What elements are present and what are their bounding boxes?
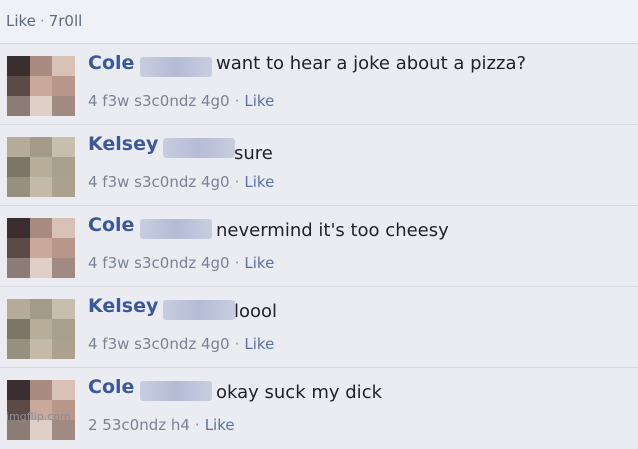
comment-text: sure [234,143,273,164]
commenter-name[interactable]: Cole [88,376,134,398]
avatar-pixelated[interactable] [7,56,75,116]
redacted-surname [163,138,235,158]
redacted-surname [140,381,212,401]
redacted-surname [140,57,212,77]
comment-timestamp[interactable]: 4 f3w s3c0ndz 4g0 [88,92,230,110]
comment-timestamp[interactable]: 4 f3w s3c0ndz 4g0 [88,173,230,191]
comment-like-link[interactable]: Like [244,173,274,191]
comment-item: Kelsey loool 4 f3w s3c0ndz 4g0 · Like [0,287,638,368]
redacted-surname [163,300,235,320]
comment-item: Kelsey sure 4 f3w s3c0ndz 4g0 · Like [0,125,638,206]
comment-timestamp[interactable]: 2 53c0ndz h4 [88,416,190,434]
commenter-name[interactable]: Cole [88,214,134,236]
comment-timestamp[interactable]: 4 f3w s3c0ndz 4g0 [88,335,230,353]
redacted-surname [140,219,212,239]
comment-meta: 4 f3w s3c0ndz 4g0 · Like [88,92,275,110]
commenter-name[interactable]: Kelsey [88,133,158,155]
comment-item: Cole nevermind it's too cheesy 4 f3w s3c… [0,206,638,287]
comment-like-link[interactable]: Like [205,416,235,434]
watermark: imgflip.com [6,410,71,423]
comment-meta: 2 53c0ndz h4 · Like [88,416,235,434]
post-timestamp[interactable]: 7r0ll [49,12,83,30]
comment-meta: 4 f3w s3c0ndz 4g0 · Like [88,173,275,191]
comment-item: Cole want to hear a joke about a pizza? … [0,44,638,125]
post-like-link[interactable]: Like [6,12,36,30]
comment-text: loool [234,301,278,322]
avatar-pixelated[interactable] [7,299,75,359]
comment-item: Cole okay suck my dick 2 53c0ndz h4 · Like [0,368,638,449]
commenter-name[interactable]: Cole [88,52,134,74]
comment-text: nevermind it's too cheesy [216,220,449,241]
comment-like-link[interactable]: Like [244,254,274,272]
comment-meta: 4 f3w s3c0ndz 4g0 · Like [88,254,275,272]
commenter-name[interactable]: Kelsey [88,295,158,317]
separator-dot: · [39,12,45,30]
comment-meta: 4 f3w s3c0ndz 4g0 · Like [88,335,275,353]
avatar-pixelated[interactable] [7,218,75,278]
avatar-pixelated[interactable] [7,137,75,197]
comment-like-link[interactable]: Like [244,92,274,110]
comment-timestamp[interactable]: 4 f3w s3c0ndz 4g0 [88,254,230,272]
comment-text: want to hear a joke about a pizza? [216,53,527,74]
comment-like-link[interactable]: Like [244,335,274,353]
comment-text: okay suck my dick [216,382,383,403]
post-action-bar: Like · 7r0ll [0,0,638,44]
